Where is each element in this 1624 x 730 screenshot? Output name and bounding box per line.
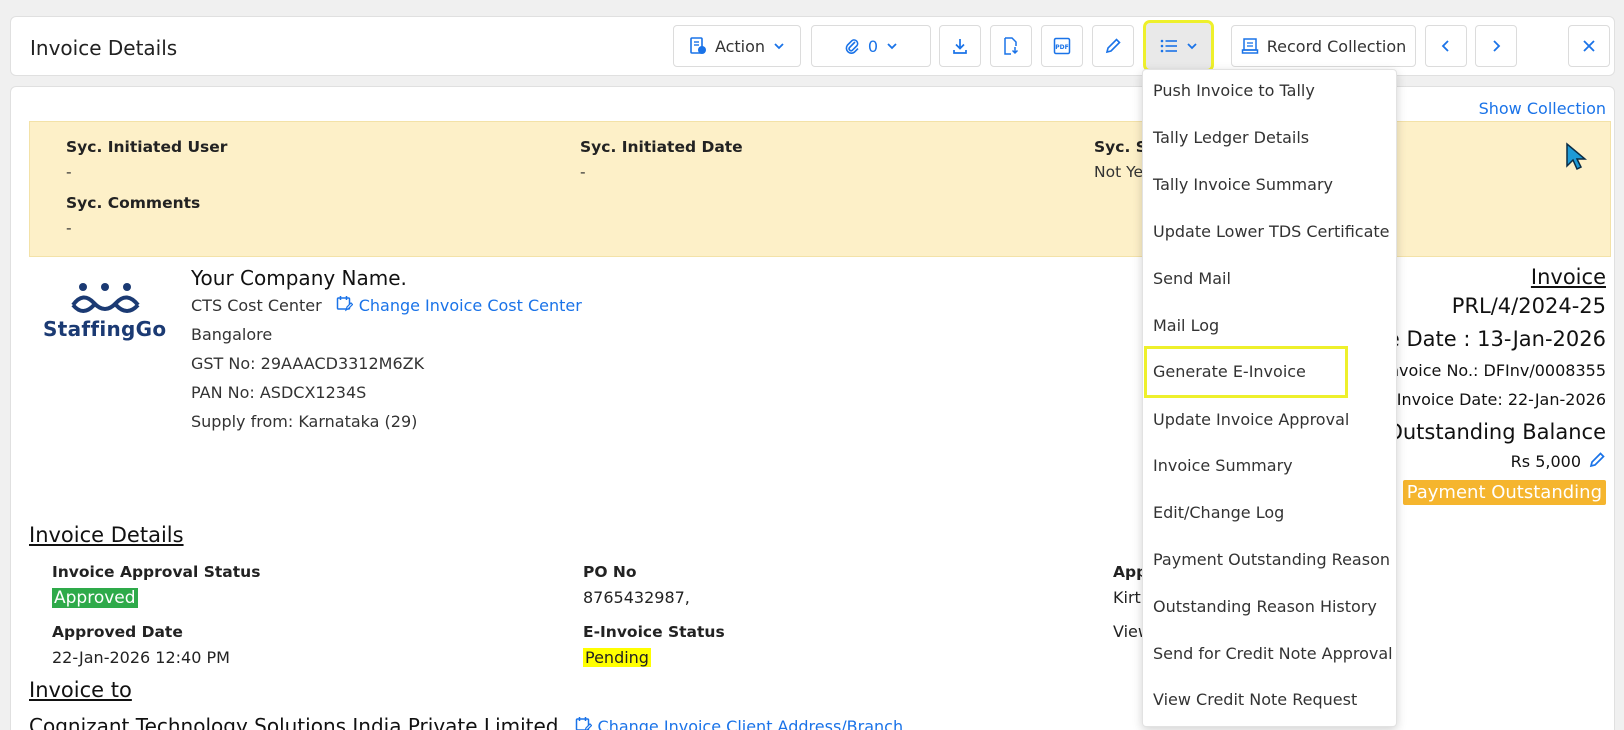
payment-status-badge: Payment Outstanding	[1402, 480, 1606, 505]
menu-item-outstanding-reason-history[interactable]: Outstanding Reason History	[1153, 597, 1377, 616]
cost-center-row: CTS Cost Center Change Invoice Cost Cent…	[191, 295, 582, 316]
more-options-button[interactable]	[1143, 20, 1214, 72]
pencil-icon	[1104, 37, 1122, 55]
invoice-details-heading: Invoice Details	[29, 523, 184, 547]
header-bar: Invoice Details Action 0 PDF Record Coll…	[10, 16, 1615, 76]
approval-status-value: Approved	[52, 588, 138, 608]
company-city: Bangalore	[191, 325, 273, 344]
client-name: Cognizant Technology Solutions India Pri…	[29, 714, 559, 730]
invoice-date: ce Date : 13-Jan-2026	[1375, 327, 1606, 351]
record-collection-button[interactable]: Record Collection	[1231, 25, 1416, 67]
menu-item-update-lower-tds[interactable]: Update Lower TDS Certificate	[1153, 222, 1390, 241]
action-label: Action	[714, 36, 766, 56]
change-cost-center-link[interactable]: Change Invoice Cost Center	[336, 295, 582, 316]
menu-item-tally-invoice-summary[interactable]: Tally Invoice Summary	[1153, 175, 1333, 194]
svg-text:PDF: PDF	[1055, 44, 1068, 51]
chevron-left-icon	[1440, 39, 1452, 53]
cost-center: CTS Cost Center	[191, 296, 322, 315]
pencil-icon[interactable]	[1589, 451, 1606, 472]
menu-item-push-to-tally[interactable]: Push Invoice to Tally	[1153, 81, 1315, 100]
outstanding-balance-label: Outstanding Balance	[1386, 420, 1606, 444]
calendar-edit-icon	[575, 716, 592, 730]
payment-status: Payment Outstanding	[1402, 480, 1606, 505]
company-supply-from: Supply from: Karnataka (29)	[191, 412, 418, 431]
record-collection-label: Record Collection	[1266, 36, 1407, 56]
menu-item-view-credit-note-request[interactable]: View Credit Note Request	[1153, 690, 1357, 709]
menu-item-edit-change-log[interactable]: Edit/Change Log	[1153, 503, 1284, 522]
company-name: Your Company Name.	[191, 266, 407, 290]
po-value: 8765432987,	[583, 588, 690, 607]
more-options-menu: Push Invoice to Tally Tally Ledger Detai…	[1142, 69, 1397, 727]
download-button[interactable]	[939, 25, 981, 67]
chevron-down-icon	[886, 40, 898, 52]
invoice-to-heading: Invoice to	[29, 678, 132, 702]
attachment-count: 0	[867, 36, 879, 56]
previous-button[interactable]	[1425, 25, 1467, 67]
menu-item-update-invoice-approval[interactable]: Update Invoice Approval	[1153, 410, 1349, 429]
page-title: Invoice Details	[30, 36, 178, 60]
approval-status-badge: Approved	[52, 588, 138, 608]
pdf-icon: PDF	[1053, 37, 1071, 55]
edit-button[interactable]	[1092, 25, 1134, 67]
next-button[interactable]	[1475, 25, 1517, 67]
change-client-address-link[interactable]: Change Invoice Client Address/Branch	[575, 716, 904, 730]
company-gst: GST No: 29AAACD3312M6ZK	[191, 354, 425, 373]
menu-item-payment-outstanding-reason[interactable]: Payment Outstanding Reason	[1153, 550, 1390, 569]
calendar-edit-icon	[336, 295, 354, 316]
show-collection-link[interactable]: Show Collection	[1479, 99, 1606, 118]
approved-date-label: Approved Date	[52, 623, 183, 641]
company-logo: StaffingGo	[35, 277, 175, 347]
sync-comments-label: Syc. Comments	[66, 194, 201, 212]
menu-item-generate-einvoice[interactable]: Generate E-Invoice	[1144, 346, 1348, 398]
chevron-down-icon	[773, 40, 785, 52]
company-pan: PAN No: ASDCX1234S	[191, 383, 367, 402]
client-row: Cognizant Technology Solutions India Pri…	[29, 714, 903, 730]
menu-item-tally-ledger-details[interactable]: Tally Ledger Details	[1153, 128, 1309, 147]
invoice-number: PRL/4/2024-25	[1451, 294, 1606, 318]
approved-date-value: 22-Jan-2026 12:40 PM	[52, 648, 230, 667]
einvoice-status-label: E-Invoice Status	[583, 623, 725, 641]
logo-text: StaffingGo	[43, 317, 167, 341]
close-button[interactable]	[1568, 25, 1610, 67]
menu-item-mail-log[interactable]: Mail Log	[1153, 316, 1219, 335]
action-doc-icon	[689, 37, 707, 55]
draft-invoice-number: Invoice No.: DFInv/0008355	[1384, 361, 1606, 380]
mouse-cursor-icon	[1565, 142, 1588, 176]
sync-initiated-date-value: -	[580, 163, 586, 181]
sync-initiated-user-label: Syc. Initiated User	[66, 138, 228, 156]
paperclip-icon	[844, 37, 860, 55]
sync-comments-value: -	[66, 219, 72, 237]
pdf-button[interactable]: PDF	[1041, 25, 1083, 67]
action-button[interactable]: Action	[673, 25, 801, 67]
chevron-down-icon	[1186, 40, 1198, 52]
sync-initiated-date-label: Syc. Initiated Date	[580, 138, 743, 156]
einvoice-status-value: Pending	[583, 648, 651, 667]
menu-item-send-mail[interactable]: Send Mail	[1153, 269, 1231, 288]
download-document-button[interactable]	[990, 25, 1032, 67]
close-icon	[1582, 39, 1596, 53]
menu-item-invoice-summary[interactable]: Invoice Summary	[1153, 456, 1293, 475]
outstanding-balance-value: Rs 5,000	[1510, 452, 1581, 471]
attachments-button[interactable]: 0	[811, 25, 931, 67]
approver-value: Kirti	[1113, 588, 1146, 607]
einvoice-status-badge: Pending	[583, 648, 651, 667]
invoice-heading: Invoice	[1530, 265, 1606, 289]
chevron-right-icon	[1490, 39, 1502, 53]
draft-invoice-date: ft Invoice Date: 22-Jan-2026	[1380, 390, 1606, 409]
sync-status-value: Not Ye	[1094, 163, 1144, 181]
change-client-address-label: Change Invoice Client Address/Branch	[597, 716, 904, 730]
receipt-icon	[1241, 37, 1259, 55]
logo-figures	[71, 283, 140, 313]
approval-status-label: Invoice Approval Status	[52, 563, 261, 581]
sync-initiated-user-value: -	[66, 163, 72, 181]
change-cost-center-label: Change Invoice Cost Center	[358, 296, 582, 315]
list-icon	[1160, 39, 1178, 53]
po-label: PO No	[583, 563, 637, 581]
download-icon	[951, 37, 969, 55]
menu-item-send-credit-note-approval[interactable]: Send for Credit Note Approval	[1153, 644, 1393, 663]
file-download-icon	[1002, 37, 1020, 55]
outstanding-balance-row: Rs 5,000	[1511, 451, 1606, 472]
